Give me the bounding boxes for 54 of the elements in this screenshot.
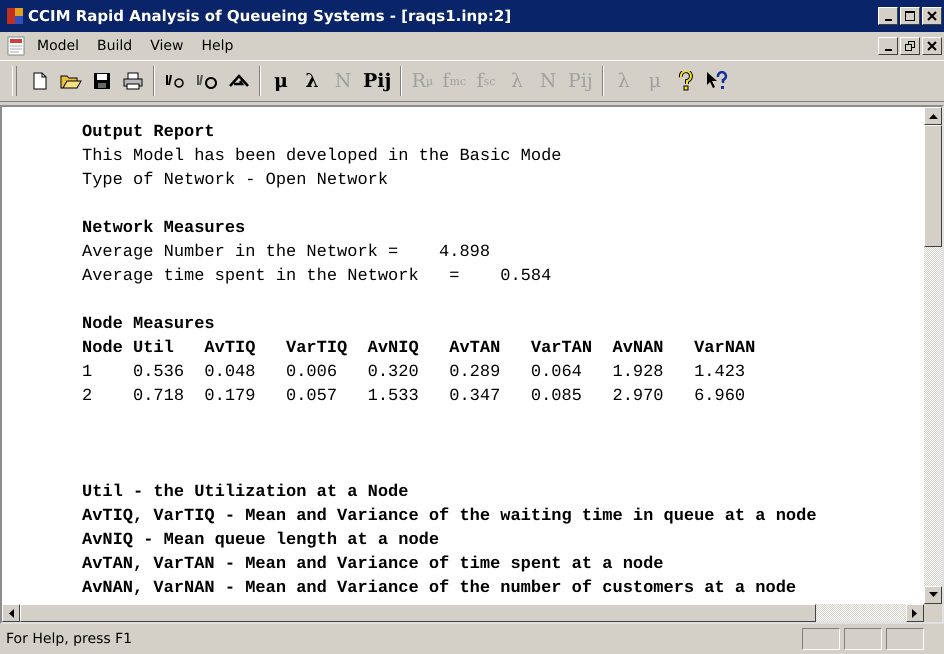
- report-line: 2 0.718 0.179 0.057 1.533 0.347 0.085 2.970 6.960: [82, 386, 746, 408]
- scroll-left-icon: [8, 608, 14, 618]
- report-line: Average Number in the Network = 4.898: [82, 242, 492, 264]
- maximize-button[interactable]: [900, 7, 920, 25]
- toolbar-button[interactable]: λ: [298, 66, 326, 96]
- report-line: Util - the Utilization at a Node: [82, 482, 410, 504]
- menu-item[interactable]: Build: [90, 36, 140, 56]
- input-output-icon: [195, 72, 219, 90]
- report-line: AvNIQ - Mean queue length at a node: [82, 530, 440, 552]
- report-line: AvNAN, VarNAN - Mean and Variance of the number of customers at a node: [82, 578, 798, 600]
- minimize-button[interactable]: [878, 37, 898, 55]
- help-icon: [678, 71, 694, 91]
- context-help-icon: [706, 71, 728, 91]
- report-line: Type of Network - Open Network: [82, 170, 390, 192]
- scroll-up-icon: [928, 113, 938, 119]
- close-button[interactable]: [922, 7, 942, 25]
- report-line: AvTIQ, VarTIQ - Mean and Variance of the waiting time in queue at a node: [82, 506, 818, 528]
- maximize-icon: [905, 11, 915, 21]
- status-pane: [802, 628, 840, 650]
- status-text: For Help, press F1: [6, 631, 134, 647]
- close-icon: [927, 11, 937, 21]
- report-line: Network Measures: [82, 218, 246, 240]
- report-line: 1 0.536 0.048 0.006 0.320 0.289 0.064 1.928 1.423: [82, 362, 746, 384]
- vertical-scrollbar[interactable]: [924, 107, 942, 604]
- document-icon: [6, 36, 26, 56]
- restore-icon: [905, 41, 915, 51]
- minimize-icon: [884, 18, 892, 20]
- input-output-icon: [164, 72, 186, 90]
- new-file-icon: [32, 72, 48, 90]
- scroll-thumb[interactable]: [924, 125, 942, 247]
- restore-button[interactable]: [900, 37, 920, 55]
- minimize-button[interactable]: [878, 7, 898, 25]
- report-line: AvTAN, VarTAN - Mean and Variance of time spent at a node: [82, 554, 664, 576]
- scroll-down-icon: [928, 592, 938, 598]
- app-icon: [6, 7, 24, 25]
- status-pane: [886, 628, 924, 650]
- menu-item[interactable]: Help: [194, 36, 240, 56]
- report-line: Node Measures: [82, 314, 216, 336]
- report-line: Node Util AvTIQ VarTIQ AvNIQ AvTAN VarTAN AvNAN VarNAN: [82, 338, 756, 360]
- close-icon: [927, 41, 937, 51]
- report-line: Average time spent in the Network = 0.584: [82, 266, 552, 288]
- minimize-icon: [884, 48, 892, 50]
- scroll-right-icon: [912, 608, 918, 618]
- scroll-thumb[interactable]: [20, 604, 816, 622]
- toolbar-button[interactable]: μ: [267, 66, 295, 96]
- toolbar-button[interactable]: Pij: [360, 66, 394, 96]
- report-line: This Model has been developed in the Basic Mode: [82, 146, 562, 168]
- printer-icon: [123, 72, 143, 90]
- report-line: Output Report: [82, 122, 216, 144]
- menu-item[interactable]: View: [143, 36, 190, 56]
- close-button[interactable]: [922, 37, 942, 55]
- window-title: CCIM Rapid Analysis of Queueing Systems - [raqs1.inp:2]: [28, 7, 512, 25]
- status-pane: [844, 628, 882, 650]
- menu-item[interactable]: Model: [30, 36, 86, 56]
